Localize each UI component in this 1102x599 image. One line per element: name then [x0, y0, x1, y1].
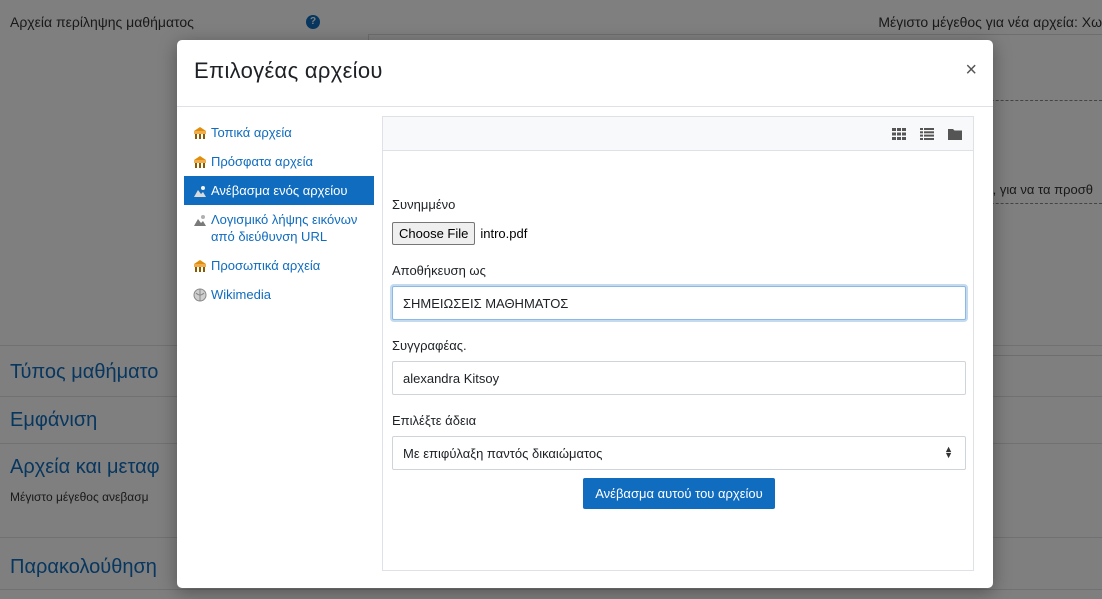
dialog-title: Επιλογέας αρχείου: [194, 58, 383, 83]
icons-view-icon: [892, 128, 906, 140]
list-view-icon: [920, 128, 934, 140]
upload-form: Συνημμένο Choose File intro.pdf Αποθήκευ…: [392, 197, 966, 509]
close-icon[interactable]: ×: [965, 60, 977, 80]
upload-icon: [194, 186, 206, 197]
repository-panel: Συνημμένο Choose File intro.pdf Αποθήκευ…: [382, 116, 974, 571]
sidebar-item-local-files[interactable]: Τοπικά αρχεία: [184, 118, 374, 147]
sidebar-item-recent-files[interactable]: Πρόσφατα αρχεία: [184, 147, 374, 176]
upload-file-button[interactable]: Ανέβασμα αυτού του αρχείου: [583, 478, 775, 509]
sidebar-item-upload-file[interactable]: Ανέβασμα ενός αρχείου: [184, 176, 374, 205]
select-arrows-icon: ▲ ▼: [944, 444, 953, 460]
sidebar-item-label: Wikimedia: [211, 287, 271, 302]
icons-view-button[interactable]: [887, 123, 911, 145]
list-view-button[interactable]: [915, 123, 939, 145]
license-select[interactable]: Με επιφύλαξη παντός δικαιώματος ▲ ▼: [392, 436, 966, 470]
choose-file-button[interactable]: Choose File: [392, 222, 476, 245]
sidebar-item-label: Λογισμικό λήψης εικόνων από διεύθυνση UR…: [211, 212, 358, 244]
save-as-input[interactable]: [392, 286, 966, 320]
repository-list: Τοπικά αρχεία Πρόσφατα αρχεία Ανέβασμα ε…: [184, 118, 374, 309]
author-label: Συγγραφέας.: [392, 338, 467, 353]
sidebar-item-label: Τοπικά αρχεία: [211, 125, 292, 140]
repository-icon: [194, 260, 206, 272]
tree-view-button[interactable]: [943, 123, 967, 145]
sidebar-item-label: Πρόσφατα αρχεία: [211, 154, 313, 169]
attachment-label: Συνημμένο: [392, 197, 456, 212]
license-label: Επιλέξτε άδεια: [392, 413, 477, 428]
sidebar-item-label: Προσωπικά αρχεία: [211, 258, 321, 273]
sidebar-item-label: Ανέβασμα ενός αρχείου: [211, 183, 348, 198]
license-selected-value: Με επιφύλαξη παντός δικαιώματος: [403, 445, 603, 461]
file-picker-dialog: Επιλογέας αρχείου × Τοπικά αρχεία Πρόσφα…: [177, 40, 993, 588]
selected-file-name: intro.pdf: [480, 226, 528, 241]
repository-icon: [194, 156, 206, 168]
wikimedia-icon: [193, 288, 207, 302]
dialog-header: Επιλογέας αρχείου ×: [177, 40, 993, 107]
sidebar-item-wikimedia[interactable]: Wikimedia: [184, 280, 374, 309]
url-downloader-icon: [194, 215, 206, 226]
save-as-label: Αποθήκευση ως: [392, 263, 486, 278]
repository-icon: [194, 127, 206, 139]
sidebar-item-private-files[interactable]: Προσωπικά αρχεία: [184, 251, 374, 280]
sidebar-item-url-downloader[interactable]: Λογισμικό λήψης εικόνων από διεύθυνση UR…: [184, 205, 374, 251]
view-toolbar: [383, 117, 973, 151]
tree-view-icon: [948, 129, 962, 140]
author-input[interactable]: [392, 361, 966, 395]
